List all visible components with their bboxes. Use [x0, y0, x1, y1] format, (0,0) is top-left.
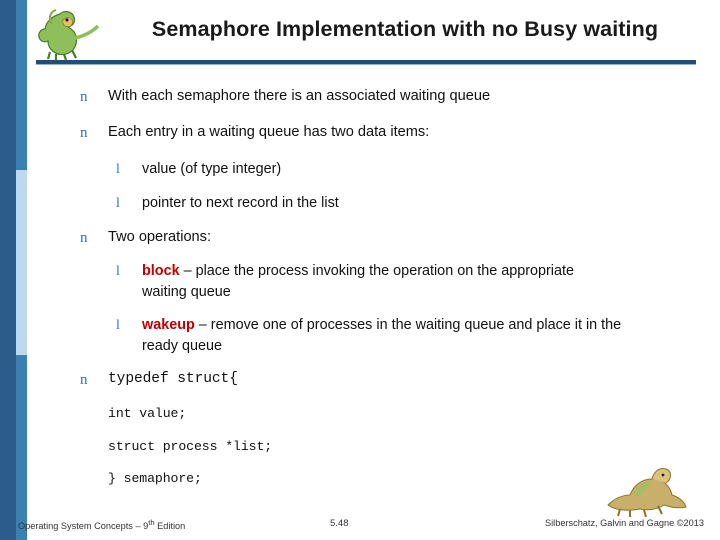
dinosaur-logo-icon: [30, 8, 108, 61]
list-item-label: pointer to next record in the list: [142, 195, 339, 211]
list-item-label: Two operations:: [108, 229, 212, 245]
dinosaur-logo-footer-icon: [600, 455, 690, 518]
slide-number: 5.48: [330, 518, 349, 529]
slide-footer: Operating System Concepts – 9th Edition …: [0, 518, 720, 540]
bullet-marker: n: [80, 89, 88, 105]
list-item-label: Each entry in a waiting queue has two da…: [108, 124, 430, 140]
title-underline-secondary: [36, 64, 696, 65]
code-line: struct process *list;: [108, 439, 273, 454]
slide-body: n With each semaphore there is an associ…: [0, 80, 720, 488]
list-item-label: value (of type integer): [142, 161, 282, 177]
bullet-marker: l: [116, 196, 120, 211]
footer-left-text: Operating System Concepts – 9th Edition: [18, 518, 185, 531]
code-list-item: n typedef struct{: [80, 369, 720, 390]
list-item: n Two operations:: [80, 227, 720, 248]
list-item: l value (of type integer): [116, 159, 720, 180]
bullet-marker: n: [80, 372, 88, 388]
page-title: Semaphore Implementation with no Busy wa…: [151, 17, 659, 41]
list-item-text: – remove one of processes in the waiting…: [142, 317, 622, 354]
bullet-marker: l: [116, 162, 120, 177]
list-item-label: wakeup – remove one of processes in the …: [142, 315, 622, 357]
keyword-wakeup: wakeup: [142, 317, 195, 333]
code-line: int value;: [108, 406, 187, 421]
list-item: n Each entry in a waiting queue has two …: [80, 122, 720, 143]
footer-copyright: Silberschatz, Galvin and Gagne ©2013: [545, 518, 704, 528]
list-item: l wakeup – remove one of processes in th…: [116, 315, 720, 357]
keyword-block: block: [142, 263, 180, 279]
bullet-marker: n: [80, 230, 88, 246]
code-line: typedef struct{: [108, 371, 238, 387]
list-item: l pointer to next record in the list: [116, 193, 720, 214]
bullet-marker: l: [116, 318, 120, 333]
footer-left-tail: Edition: [154, 521, 186, 532]
list-item-label: block – place the process invoking the o…: [142, 261, 622, 303]
list-item-text: – place the process invoking the operati…: [142, 263, 575, 300]
bullet-marker: n: [80, 125, 88, 141]
footer-left-main: Operating System Concepts – 9: [18, 521, 149, 532]
bullet-marker: l: [116, 264, 120, 279]
list-item: l block – place the process invoking the…: [116, 261, 720, 303]
list-item-label: With each semaphore there is an associat…: [108, 88, 491, 104]
list-item: n With each semaphore there is an associ…: [80, 86, 720, 107]
